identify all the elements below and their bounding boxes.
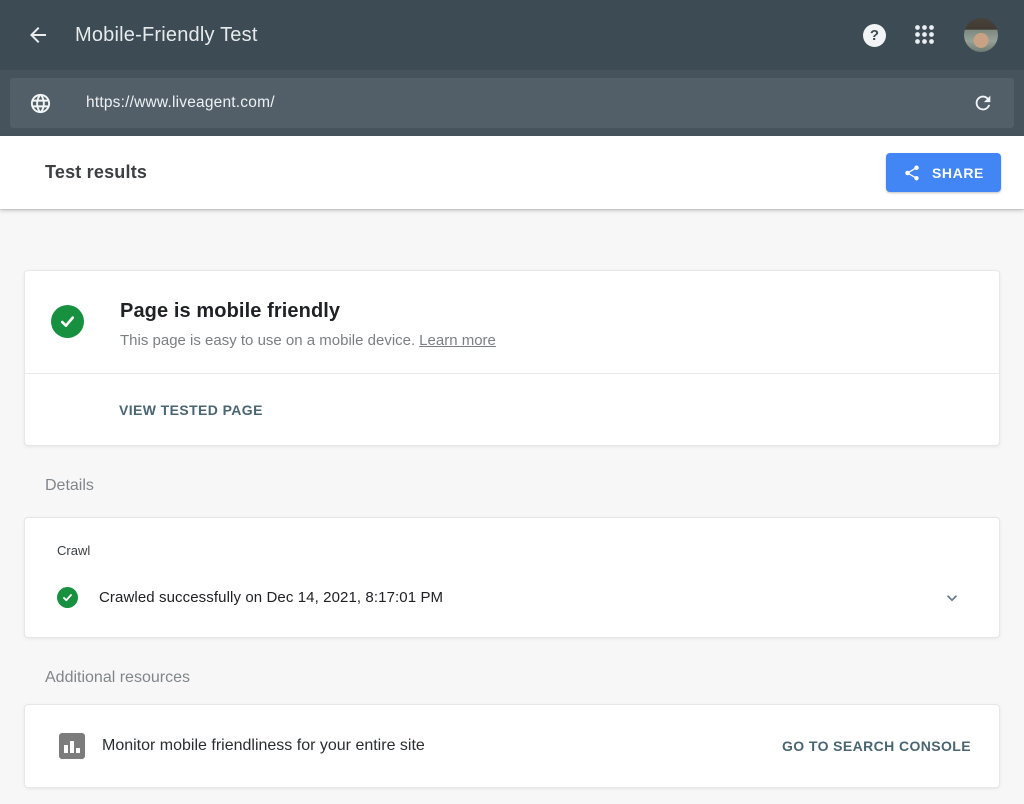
globe-icon bbox=[29, 92, 52, 115]
share-button[interactable]: SHARE bbox=[886, 153, 1001, 192]
resource-card: Monitor mobile friendliness for your ent… bbox=[24, 704, 1000, 788]
result-description: This page is easy to use on a mobile dev… bbox=[120, 332, 496, 349]
appbar-actions: ? bbox=[863, 18, 998, 52]
page-title: Test results bbox=[45, 162, 147, 183]
additional-resources-label: Additional resources bbox=[45, 669, 1000, 687]
result-status-text: Page is mobile friendly This page is eas… bbox=[120, 300, 496, 349]
url-text: https://www.liveagent.com/ bbox=[86, 94, 275, 112]
share-button-label: SHARE bbox=[932, 165, 984, 181]
share-icon bbox=[903, 164, 921, 182]
check-circle-icon bbox=[57, 587, 78, 608]
back-arrow-icon[interactable] bbox=[26, 23, 50, 47]
result-card-footer: VIEW TESTED PAGE bbox=[25, 374, 999, 445]
crawl-status-row[interactable]: Crawled successfully on Dec 14, 2021, 8:… bbox=[25, 558, 999, 637]
go-to-search-console-button[interactable]: GO TO SEARCH CONSOLE bbox=[782, 738, 971, 754]
details-section-label: Details bbox=[45, 477, 1000, 495]
result-description-text: This page is easy to use on a mobile dev… bbox=[120, 332, 415, 349]
apps-grid-icon[interactable] bbox=[915, 25, 935, 45]
user-avatar[interactable] bbox=[964, 18, 998, 52]
results-bar: Test results SHARE bbox=[0, 136, 1024, 209]
help-icon[interactable]: ? bbox=[863, 24, 886, 47]
resource-row: Monitor mobile friendliness for your ent… bbox=[25, 705, 999, 787]
crawl-section-label: Crawl bbox=[25, 543, 999, 558]
result-title: Page is mobile friendly bbox=[120, 300, 496, 323]
check-circle-icon bbox=[51, 305, 84, 338]
chevron-down-icon[interactable] bbox=[942, 588, 962, 608]
app-header: Mobile-Friendly Test ? bbox=[0, 0, 1024, 70]
app-title: Mobile-Friendly Test bbox=[75, 24, 258, 47]
crawl-card: Crawl Crawled successfully on Dec 14, 20… bbox=[24, 517, 1000, 638]
result-card: Page is mobile friendly This page is eas… bbox=[24, 270, 1000, 446]
bar-chart-icon bbox=[59, 733, 85, 759]
resource-text: Monitor mobile friendliness for your ent… bbox=[102, 737, 425, 755]
url-input[interactable]: https://www.liveagent.com/ bbox=[10, 78, 1014, 128]
learn-more-link[interactable]: Learn more bbox=[419, 332, 496, 349]
view-tested-page-button[interactable]: VIEW TESTED PAGE bbox=[119, 402, 263, 418]
content-area: Page is mobile friendly This page is eas… bbox=[0, 209, 1024, 788]
crawl-status-text: Crawled successfully on Dec 14, 2021, 8:… bbox=[99, 589, 443, 606]
result-status-section: Page is mobile friendly This page is eas… bbox=[25, 271, 999, 373]
url-bar: https://www.liveagent.com/ bbox=[0, 70, 1024, 136]
refresh-icon[interactable] bbox=[972, 92, 994, 114]
